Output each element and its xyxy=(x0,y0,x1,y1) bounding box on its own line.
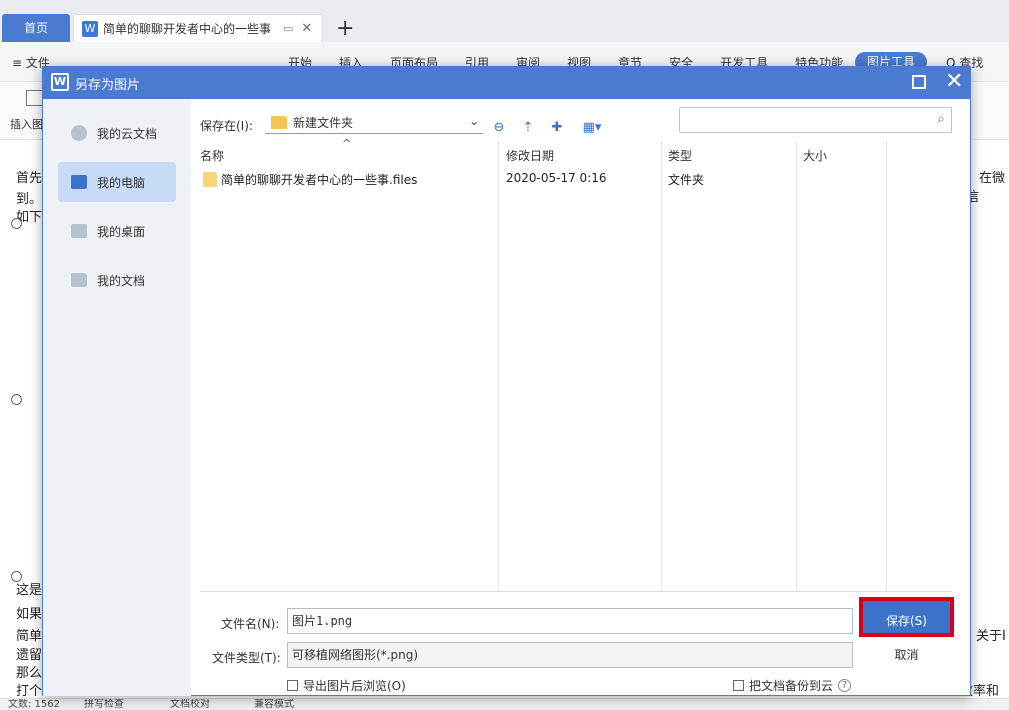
file-row-name[interactable]: 简单的聊聊开发者中心的一些事.files xyxy=(221,171,417,188)
sort-ascending-icon: ^ xyxy=(342,137,352,150)
monitor-icon[interactable]: ▭ xyxy=(283,22,293,35)
tab-home[interactable]: 首页 xyxy=(2,14,70,42)
close-icon[interactable]: ✕ xyxy=(301,21,312,36)
filetype-label: 文件类型(T): xyxy=(212,651,281,665)
backup-to-cloud-checkbox[interactable] xyxy=(733,680,744,691)
doc-line: 打个 xyxy=(16,684,43,699)
search-icon[interactable]: ⌕ xyxy=(937,111,945,127)
doc-line: 首先 xyxy=(16,171,43,186)
filetype-dropdown[interactable]: 可移植网络图形(*.png) xyxy=(287,642,853,668)
back-icon[interactable]: ⊖ xyxy=(489,119,509,137)
image-handle[interactable] xyxy=(11,218,22,229)
save-in-dropdown[interactable]: 新建文件夹 ⌄ xyxy=(265,112,483,134)
column-header-modified[interactable]: 修改日期 xyxy=(506,147,554,164)
file-row-type: 文件夹 xyxy=(668,173,705,187)
sidebar-item-label: 我的云文档 xyxy=(97,126,158,141)
doc-line: 关于I xyxy=(976,629,1006,644)
sidebar-item-my-computer[interactable]: 我的电脑 xyxy=(58,162,176,202)
status-compat: 兼容模式 xyxy=(254,699,294,710)
search-input[interactable]: ⌕ xyxy=(679,107,952,133)
location-sidebar: 我的云文档 我的电脑 我的桌面 我的文档 xyxy=(43,99,191,696)
divider xyxy=(200,591,952,592)
new-folder-icon[interactable]: ✚ xyxy=(547,119,567,137)
ribbon-insert-picture[interactable]: 插入图 xyxy=(10,116,43,132)
sidebar-item-label: 我的桌面 xyxy=(97,224,146,239)
cloud-cube-icon xyxy=(71,125,87,141)
browse-after-export-checkbox[interactable] xyxy=(287,680,298,691)
doc-line: 那么 xyxy=(16,666,43,681)
sidebar-item-cloud-docs[interactable]: 我的云文档 xyxy=(58,113,176,153)
save-as-picture-dialog: W 另存为图片 ✕ 我的云文档 我的电脑 我的桌面 我的文档 保存在(I): 新… xyxy=(42,66,971,696)
column-header-type[interactable]: 类型 xyxy=(668,147,692,164)
filename-field[interactable]: 图片1.png xyxy=(287,608,853,634)
doc-line: 到。 xyxy=(16,192,43,207)
wps-writer-icon: W xyxy=(82,20,98,37)
folder-icon xyxy=(271,116,287,129)
up-folder-icon[interactable]: ⇡ xyxy=(518,119,538,137)
file-row-modified: 2020-05-17 0:16 xyxy=(506,171,607,185)
browse-after-export-label: 导出图片后浏览(O) xyxy=(303,679,406,693)
view-menu-icon[interactable]: ▦▾ xyxy=(579,119,605,137)
chevron-down-icon: ⌄ xyxy=(468,114,479,128)
file-list: 名称 ^ 修改日期 类型 大小 简单的聊聊开发者中心的一些事.files 202… xyxy=(200,137,952,591)
desktop-icon xyxy=(71,224,87,238)
status-word-count: 文数: 1562 xyxy=(8,699,60,710)
doc-line: 简单 xyxy=(16,629,43,644)
column-header-name[interactable]: 名称 xyxy=(200,147,224,164)
new-tab-icon[interactable]: + xyxy=(336,16,354,41)
doc-line: 遗留 xyxy=(16,648,43,663)
sidebar-item-documents[interactable]: 我的文档 xyxy=(58,260,176,300)
column-header-size[interactable]: 大小 xyxy=(803,147,827,164)
close-icon[interactable]: ✕ xyxy=(945,69,963,95)
doc-line: 这是 xyxy=(16,583,43,598)
status-bar: 文数: 1562 拼写检查 文档校对 兼容模式 xyxy=(0,698,1009,710)
image-handle[interactable] xyxy=(11,394,22,405)
column-divider[interactable] xyxy=(661,141,662,591)
backup-to-cloud-label: 把文档备份到云 xyxy=(749,679,834,693)
save-in-value: 新建文件夹 xyxy=(293,116,354,130)
column-divider[interactable] xyxy=(796,141,797,591)
tab-document[interactable]: W 简单的聊聊开发者中心的一些事 ▭ ✕ xyxy=(73,14,323,42)
doc-line: 如果 xyxy=(16,607,43,622)
dialog-title: 另存为图片 xyxy=(75,78,141,93)
sidebar-item-desktop[interactable]: 我的桌面 xyxy=(58,211,176,251)
filename-label: 文件名(N): xyxy=(221,617,280,631)
tab-bar: 首页 W 简单的聊聊开发者中心的一些事 ▭ ✕ + xyxy=(0,0,1009,42)
doc-line: ，在微信 xyxy=(966,171,1006,205)
column-divider[interactable] xyxy=(498,141,499,591)
column-divider[interactable] xyxy=(886,141,887,591)
browse-after-export-option[interactable]: 导出图片后浏览(O) xyxy=(287,677,406,694)
wps-logo-icon: W xyxy=(51,73,69,91)
dialog-titlebar[interactable]: W 另存为图片 ✕ xyxy=(43,67,970,99)
save-button[interactable]: 保存(S) xyxy=(859,597,954,637)
tab-document-title: 简单的聊聊开发者中心的一些事 xyxy=(103,22,272,36)
sidebar-item-label: 我的文档 xyxy=(97,273,146,288)
cancel-button[interactable]: 取消 xyxy=(859,643,954,667)
folder-icon xyxy=(203,172,217,187)
sidebar-item-label: 我的电脑 xyxy=(97,175,146,190)
computer-icon xyxy=(71,175,87,189)
status-spellcheck[interactable]: 拼写检查 xyxy=(84,699,124,710)
save-in-label: 保存在(I): xyxy=(200,119,253,133)
help-icon[interactable]: ? xyxy=(838,679,852,692)
backup-to-cloud-option[interactable]: 把文档备份到云 ? xyxy=(733,677,852,694)
maximize-icon[interactable] xyxy=(912,75,926,89)
folder-icon xyxy=(71,273,87,287)
status-doc-check[interactable]: 文档校对 xyxy=(170,699,210,710)
